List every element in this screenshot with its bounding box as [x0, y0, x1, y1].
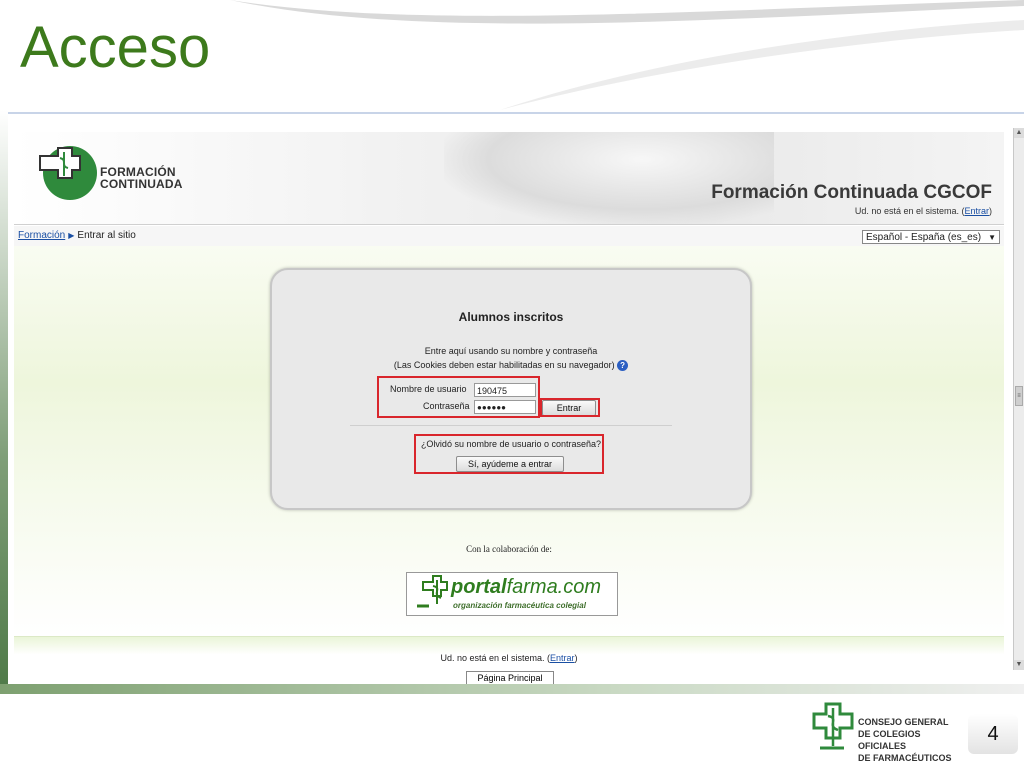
header-login-link[interactable]: Entrar	[964, 206, 989, 216]
site-footer: Ud. no está en el sistema. (Entrar) Pági…	[14, 636, 1004, 686]
portalfarma-logo[interactable]: portalfarma.com organización farmacéutic…	[406, 572, 618, 616]
chevron-down-icon: ▼	[988, 233, 996, 242]
portalfarma-name-b: farma.com	[506, 576, 602, 598]
site-title: Formación Continuada CGCOF	[711, 182, 992, 203]
logo-line2: CONTINUADA	[100, 177, 183, 191]
footer-login-status: Ud. no está en el sistema. (Entrar)	[14, 653, 1004, 663]
header-login-status: Ud. no está en el sistema. (Entrar)	[855, 206, 992, 216]
browser-screenshot: FORMACIÓN CONTINUADA Formación Continuad…	[8, 112, 1024, 686]
header-photo	[444, 132, 774, 224]
portalfarma-emblem-icon	[417, 575, 448, 608]
cgcof-line3: DE FARMACÉUTICOS	[858, 753, 952, 763]
breadcrumb-arrow-icon: ▶	[68, 231, 75, 240]
breadcrumb-home-link[interactable]: Formación	[18, 230, 65, 241]
login-status-prefix: Ud. no está en el sistema. (	[854, 206, 965, 216]
login-box: Alumnos inscritos Entre aquí usando su n…	[270, 268, 752, 510]
login-instruction-line2: (Las Cookies deben estar habilitadas en …	[393, 360, 615, 370]
scroll-up-icon[interactable]: ▲	[1014, 128, 1024, 138]
formacion-continuada-logo[interactable]: FORMACIÓN CONTINUADA	[32, 142, 192, 212]
page-body: Alumnos inscritos Entre aquí usando su n…	[14, 246, 1004, 636]
footer-status-prefix: Ud. no está en el sistema. (	[440, 653, 551, 663]
scroll-thumb[interactable]: ≡	[1015, 386, 1023, 406]
logo-text: FORMACIÓN CONTINUADA	[100, 166, 183, 190]
login-heading: Alumnos inscritos	[458, 310, 564, 324]
portalfarma-name: portalfarma.com	[451, 576, 601, 599]
cgcof-logo: CONSEJO GENERAL DE COLEGIOS OFICIALES DE…	[810, 702, 970, 763]
home-page-button[interactable]: Página Principal	[466, 671, 554, 685]
vertical-scrollbar[interactable]: ▲ ≡ ▼	[1013, 128, 1024, 670]
cgcof-text: CONSEJO GENERAL DE COLEGIOS OFICIALES DE…	[858, 716, 970, 764]
cgcof-line1: CONSEJO GENERAL	[858, 717, 949, 727]
slide-bottom-band	[0, 684, 1024, 694]
collaboration-text: Con la colaboración de:	[466, 544, 552, 554]
scroll-down-icon[interactable]: ▼	[1014, 660, 1024, 670]
login-status-suffix: )	[989, 206, 992, 216]
portalfarma-subtitle: organización farmacéutica colegial	[453, 601, 586, 610]
slide-left-stripe	[0, 110, 8, 690]
login-instruction-line1: Entre aquí usando su nombre y contraseña	[424, 346, 598, 356]
highlight-forgot	[414, 434, 604, 474]
language-select-value: Español - España (es_es)	[866, 232, 982, 243]
highlight-submit	[540, 398, 600, 417]
help-icon[interactable]: ?	[617, 360, 629, 372]
site-header: FORMACIÓN CONTINUADA Formación Continuad…	[14, 132, 1004, 225]
footer-login-link[interactable]: Entrar	[550, 653, 575, 663]
language-select[interactable]: Español - España (es_es) ▼	[862, 230, 1000, 244]
highlight-credentials	[377, 376, 540, 418]
login-divider	[350, 425, 672, 426]
portalfarma-name-a: portal	[451, 576, 507, 598]
login-instructions: Entre aquí usando su nombre y contraseña…	[272, 344, 750, 372]
breadcrumb: Formación ▶ Entrar al sitio	[18, 230, 136, 241]
cgcof-line2: DE COLEGIOS OFICIALES	[858, 729, 921, 751]
logo-emblem-icon	[39, 146, 97, 200]
cgcof-emblem-icon	[812, 702, 854, 750]
slide-title: Acceso	[20, 15, 211, 80]
navbar: Formación ▶ Entrar al sitio Español - Espa…	[14, 226, 1004, 246]
footer-status-suffix: )	[574, 653, 578, 663]
breadcrumb-current: Entrar al sitio	[77, 230, 136, 241]
slide-number: 4	[968, 714, 1018, 754]
